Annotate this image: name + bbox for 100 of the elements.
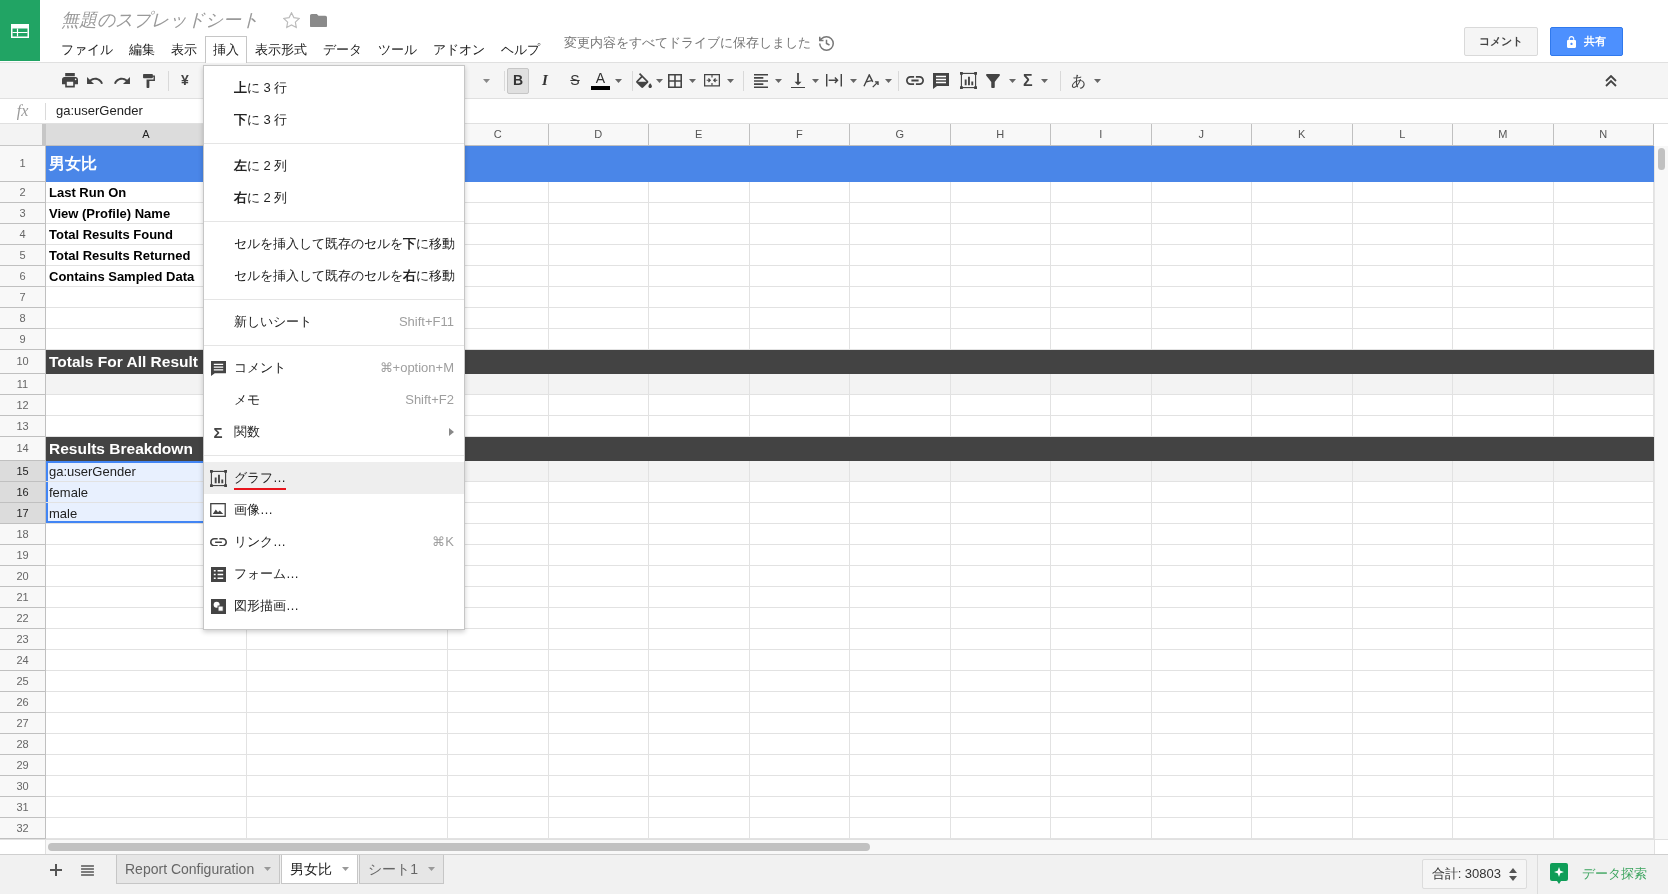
menu-bar-item[interactable]: ツール [370,36,425,63]
column-header[interactable]: E [649,124,750,146]
explore-sparkle-icon [1550,863,1568,885]
formula-input[interactable]: ga:userGender [56,101,143,121]
menu-item[interactable]: 左に 2 列 [204,150,464,182]
input-tools-button[interactable]: あ [1065,67,1102,94]
row-number[interactable]: 4 [0,224,46,245]
row-number[interactable]: 6 [0,266,46,287]
scrollbar-thumb[interactable] [1658,148,1665,170]
row-number[interactable]: 31 [0,797,46,818]
row-number[interactable]: 24 [0,650,46,671]
menu-bar-item[interactable]: ファイル [53,36,121,63]
horizontal-scrollbar[interactable] [46,840,1654,854]
row-number[interactable]: 12 [0,395,46,416]
text-color-button[interactable]: A [589,67,619,94]
row-number[interactable]: 23 [0,629,46,650]
sheet-tab[interactable]: シート1 [359,855,444,884]
row-number[interactable]: 7 [0,287,46,308]
row-number[interactable]: 28 [0,734,46,755]
row-number[interactable]: 10 [0,350,46,374]
bold-button[interactable]: B [507,67,529,94]
menu-item[interactable]: メモ Shift+F2 [204,384,464,416]
column-header[interactable]: N [1553,124,1654,146]
row-number[interactable]: 19 [0,545,46,566]
wrap-icon [826,74,842,87]
row-number[interactable]: 16 [0,482,46,503]
row-number[interactable]: 22 [0,608,46,629]
menu-item[interactable]: コメント ⌘+option+M [204,352,464,384]
caret-icon [775,78,782,83]
column-header[interactable]: L [1352,124,1453,146]
menu-bar-item[interactable]: ヘルプ [493,36,548,63]
shortcut-label: ⌘K [432,533,454,552]
menu-bar-item[interactable]: アドオン [425,36,493,63]
row-number[interactable]: 20 [0,566,46,587]
sheet-tab[interactable]: 男女比 [281,855,359,884]
row-number[interactable]: 14 [0,437,46,461]
menu-item[interactable]: セルを挿入して既存のセルを右に移動 [204,260,464,292]
row-number[interactable]: 18 [0,524,46,545]
comment-button[interactable]: コメント [1464,27,1538,56]
column-header[interactable]: I [1051,124,1152,146]
scrollbar-thumb[interactable] [48,843,870,851]
row-number[interactable]: 3 [0,203,46,224]
spreadsheet-logo[interactable] [0,0,40,61]
row-number[interactable]: 5 [0,245,46,266]
list-form-icon [210,566,226,582]
row-number[interactable]: 15 [0,461,46,482]
italic-button[interactable]: I [529,67,561,94]
row-number[interactable]: 30 [0,776,46,797]
row-number[interactable]: 13 [0,416,46,437]
menu-item[interactable]: リンク… ⌘K [204,526,464,558]
sheet-tab[interactable]: Report Configuration [116,855,281,884]
row-number[interactable]: 29 [0,755,46,776]
column-header[interactable]: K [1252,124,1353,146]
shortcut-label: ⌘+option+M [379,359,454,378]
functions-button[interactable]: Σ [1018,67,1054,94]
menu-item[interactable]: 新しいシート Shift+F11 [204,306,464,338]
row-number[interactable]: 32 [0,818,46,839]
paint-roller-icon [143,73,155,88]
row-number[interactable]: 9 [0,329,46,350]
menu-bar-item[interactable]: データ [315,36,370,63]
align-bottom-icon [791,72,805,89]
sum-selector[interactable]: 合計: 30803 [1421,859,1527,889]
row-number[interactable]: 8 [0,308,46,329]
column-header[interactable]: M [1453,124,1554,146]
cell-text: Results Breakdown [49,441,193,457]
menu-item[interactable]: 上に 3 行 [204,72,464,104]
row-number[interactable]: 21 [0,587,46,608]
currency-button[interactable]: ¥ [175,67,195,94]
menu-item[interactable]: 図形描画… [204,590,464,622]
row-number[interactable]: 26 [0,692,46,713]
menu-item[interactable]: グラフ… [204,462,464,494]
row-number[interactable]: 11 [0,374,46,395]
menu-item[interactable]: フォーム… [204,558,464,590]
caret-icon [885,78,892,83]
menu-bar-item[interactable]: 表示形式 [247,36,315,63]
menu-item[interactable]: Σ 関数 [204,416,464,448]
column-header[interactable]: F [749,124,850,146]
menu-bar-item[interactable]: 表示 [163,36,205,63]
row-number[interactable]: 1 [0,146,46,182]
row-number[interactable]: 25 [0,671,46,692]
column-header[interactable]: J [1151,124,1252,146]
menu-bar-item[interactable]: 挿入 [205,36,247,63]
link-icon [906,76,924,85]
column-header[interactable]: D [548,124,649,146]
row-number[interactable]: 17 [0,503,46,524]
column-header[interactable]: G [850,124,951,146]
caret-icon [428,867,435,871]
sigma-icon: Σ [213,424,223,440]
column-header[interactable]: H [950,124,1051,146]
vertical-scrollbar[interactable] [1654,146,1668,839]
row-number[interactable]: 2 [0,182,46,203]
cell-text: Total Results Returned [49,248,191,262]
menu-item[interactable]: セルを挿入して既存のセルを下に移動 [204,228,464,260]
row-number[interactable]: 27 [0,713,46,734]
save-status[interactable]: 変更内容をすべてドライブに保存しました [564,36,811,50]
menu-item[interactable]: 右に 2 列 [204,182,464,214]
strikethrough-button[interactable]: S [561,67,589,94]
menu-bar-item[interactable]: 編集 [121,36,163,63]
chart-icon [209,469,227,487]
caret-icon [342,867,350,871]
